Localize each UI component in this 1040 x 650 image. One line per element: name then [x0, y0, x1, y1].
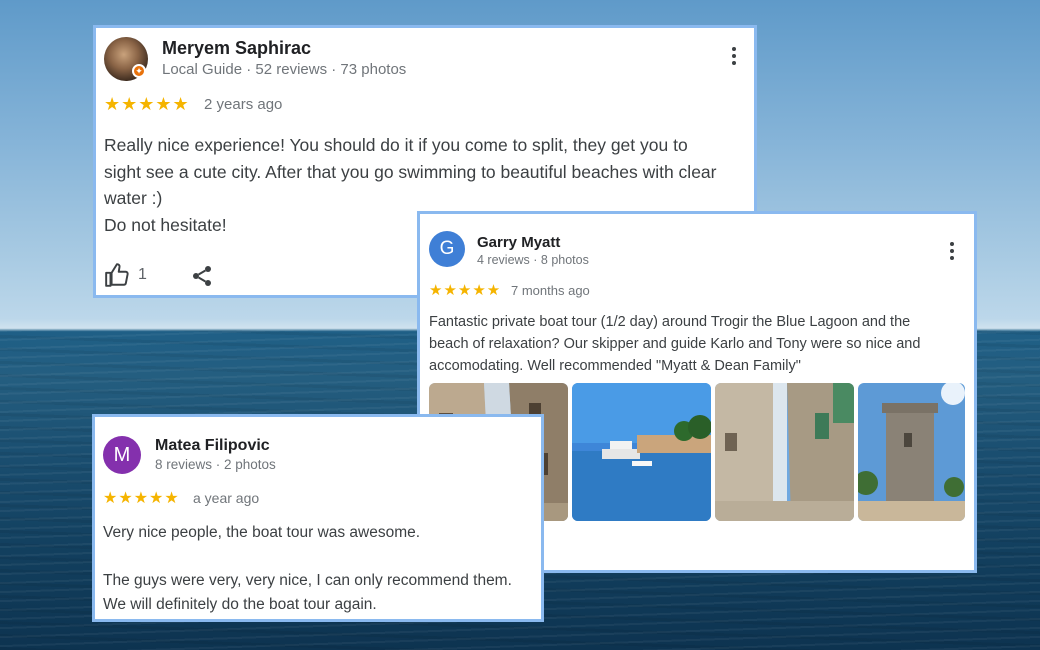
review-time: 2 years ago	[204, 96, 283, 113]
like-button[interactable]: 1	[104, 262, 147, 288]
reviewer-meta: 8 reviews · 2 photos	[155, 457, 276, 472]
review-text-line: The guys were very, very nice, I can onl…	[103, 572, 512, 589]
star-rating: ★★★★★	[103, 490, 180, 507]
reviewer-meta: Local Guide · 52 reviews · 73 photos	[162, 61, 407, 78]
review-time: a year ago	[193, 490, 260, 506]
review-text: Fantastic private boat tour (1/2 day) ar…	[429, 311, 920, 377]
review-time: 7 months ago	[511, 283, 590, 298]
review-text-line: Fantastic private boat tour (1/2 day) ar…	[429, 314, 911, 330]
like-count: 1	[138, 266, 147, 283]
reviewer-name[interactable]: Meryem Saphirac	[162, 38, 311, 59]
reviewer-meta: 4 reviews · 8 photos	[477, 253, 589, 267]
review-text-line: Really nice experience! You should do it…	[104, 135, 688, 155]
reviewer-name[interactable]: Matea Filipovic	[155, 437, 270, 455]
review-text-line: Very nice people, the boat tour was awes…	[103, 524, 421, 541]
review-text-line: accomodating. Well recommended "Myatt & …	[429, 358, 801, 374]
photo-harbour	[572, 383, 711, 521]
share-icon	[193, 266, 211, 286]
photo-stone-alley	[715, 383, 854, 521]
star-rating: ★★★★★	[429, 282, 502, 299]
avatar[interactable]: M	[103, 436, 141, 474]
review-photo[interactable]	[858, 383, 965, 521]
review-text-line: beach of relaxation? Our skipper and gui…	[429, 336, 921, 352]
review-photo[interactable]	[715, 383, 854, 521]
star-rating: ★★★★★	[104, 94, 190, 114]
avatar[interactable]: G	[429, 231, 465, 267]
review-text-line	[103, 545, 512, 569]
reviewer-name[interactable]: Garry Myatt	[477, 234, 560, 251]
review-text-line: sight see a cute city. After that you go…	[104, 161, 717, 182]
review-text-line: water :)	[104, 188, 163, 208]
more-options-icon[interactable]	[950, 242, 954, 260]
review-photo[interactable]	[572, 383, 711, 521]
review-text: Very nice people, the boat tour was awes…	[103, 521, 512, 617]
thumbs-up-icon	[105, 263, 129, 287]
local-guide-badge-icon: ✦	[132, 64, 146, 78]
photo-tower	[858, 383, 965, 521]
more-options-icon[interactable]	[732, 47, 736, 65]
review-text-line: We will definitely do the boat tour agai…	[103, 596, 377, 613]
review-card-matea: M Matea Filipovic 8 reviews · 2 photos ★…	[92, 414, 544, 622]
share-button[interactable]	[190, 264, 214, 293]
